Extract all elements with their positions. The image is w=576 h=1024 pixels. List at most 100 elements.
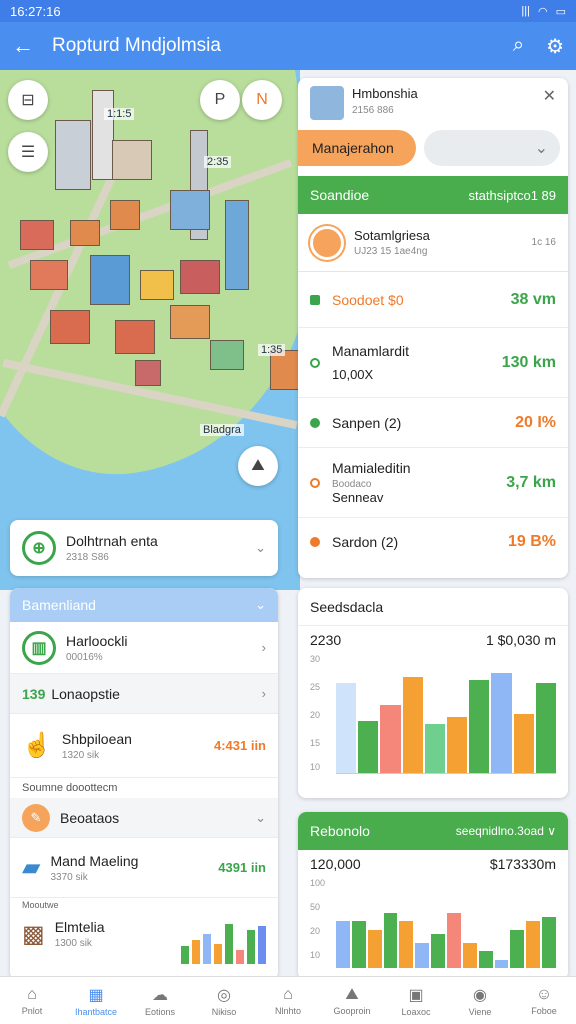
layers-button[interactable]: ⊟: [8, 80, 48, 120]
house: [115, 320, 155, 354]
summary-meta: 1c 16: [531, 237, 556, 248]
stat-row[interactable]: Sardon (2) 19 B%: [298, 518, 568, 566]
chevron-down-icon[interactable]: ⌄: [255, 540, 266, 556]
list-item-title: Lonaopstie: [51, 685, 120, 702]
location-card[interactable]: ⊕ Dolhtrnah enta 2318 S86 ⌄: [10, 520, 278, 576]
nav-item-nikiso[interactable]: ◎ Nikiso: [192, 977, 256, 1024]
stat-row[interactable]: Manamlardit 10,00X 130 km: [298, 328, 568, 398]
nav-item-gooproin[interactable]: ⛰ Gooproin: [320, 977, 384, 1024]
list-icon: ☰: [20, 144, 36, 161]
stat-row[interactable]: Soodoet $0 38 vm: [298, 272, 568, 328]
locate-button[interactable]: ⛰: [238, 446, 278, 486]
nav-item-loaxoc[interactable]: ▣ Loaxoc: [384, 977, 448, 1024]
mini-bar: [247, 930, 255, 964]
nav-icon: ⌂: [27, 985, 37, 1003]
mini-bar: [192, 940, 200, 964]
building: [55, 120, 91, 190]
chevron-right-icon: ›: [261, 640, 266, 655]
stat-label: Mamialeditin: [332, 460, 411, 476]
chart-bar: [447, 912, 461, 968]
chart-bar: [336, 921, 350, 968]
nav-item-viene[interactable]: ◉ Viene: [448, 977, 512, 1024]
location-title: Dolhtrnah enta: [66, 533, 158, 549]
y-tick: 10: [310, 762, 321, 772]
stat-value: 3,7 km: [506, 473, 556, 491]
list-item-prefix: 139: [22, 685, 46, 702]
house: [110, 200, 140, 230]
chart-bar: [358, 720, 379, 774]
mini-bar: [181, 946, 189, 964]
battery-icon: ▭: [555, 5, 566, 18]
list-item[interactable]: ▩ Elmtelia 1300 sik: [10, 912, 278, 964]
chart-bar: [478, 951, 493, 968]
details-header: Hmbonshia 2156 886 ✕: [298, 78, 568, 128]
chart-1-title: Seedsdacla: [298, 588, 568, 626]
settings-icon[interactable]: ⚙: [546, 34, 564, 59]
chevron-right-icon: ›: [261, 686, 266, 701]
nav-label: Loaxoc: [401, 1006, 431, 1017]
management-header[interactable]: Bamenliand ⌄: [10, 588, 278, 622]
stat-label: Soodoet $0: [332, 291, 404, 308]
location-sub: 2318 S86: [66, 552, 109, 563]
list-item-sub: 3370 sik: [50, 871, 88, 883]
mini-bar: [214, 944, 222, 964]
tab-management[interactable]: Manajerahon: [298, 130, 416, 166]
chart-bar: [513, 714, 534, 774]
nav-item-foboe[interactable]: ☺ Foboe: [512, 977, 576, 1024]
building-icon: ▥: [22, 630, 56, 665]
list-item[interactable]: ▰ Mand Maeling 3370 sik 4391 iin: [10, 838, 278, 898]
list-item[interactable]: ☝ Shbpiloean 1320 sik 4:431 iin: [10, 714, 278, 778]
stat-label: Sanpen (2): [332, 414, 402, 431]
chevron-down-icon: ⌄: [255, 809, 266, 825]
details-tabs: Manajerahon ⌄: [298, 130, 568, 166]
y-tick: 100: [310, 878, 326, 888]
chart-2-filter[interactable]: seeqnidlno.3oad ∨: [456, 824, 556, 838]
list-item-sub: 1320 sik: [61, 749, 100, 761]
section-right: stathsiptco1 89: [468, 187, 556, 203]
summary-card[interactable]: Sotamlgriesa UJ23 15 1ae4ng 1c 16: [298, 214, 568, 272]
y-tick: 25: [310, 682, 321, 692]
chart-1-left-value: 2230: [310, 632, 342, 648]
building: [92, 90, 114, 180]
stat-sublabel: Boodaco: [332, 479, 372, 490]
stat-value: 20 I%: [515, 413, 556, 431]
stat-row[interactable]: Mamialeditin Boodaco Senneav 3,7 km: [298, 448, 568, 518]
chart-bar: [424, 723, 446, 774]
close-icon[interactable]: ✕: [543, 86, 556, 106]
list-item[interactable]: ✎ Beoataos ⌄: [10, 798, 278, 838]
nav-icon: ▦: [88, 986, 104, 1004]
chart-bar: [526, 921, 541, 968]
nav-item-pnlot[interactable]: ⌂ Pnlot: [0, 977, 64, 1024]
nav-label: Eotions: [144, 1006, 176, 1017]
tools-icon: ✎: [22, 803, 50, 832]
list-item[interactable]: 139 Lonaopstie ›: [10, 674, 278, 714]
chart-bar: [415, 942, 430, 968]
chart-2-header[interactable]: Rebonolo seeqnidlno.3oad ∨: [298, 812, 568, 850]
stat-dot: [310, 477, 320, 488]
list-item[interactable]: ▥ Harloockli 00016% ›: [10, 622, 278, 674]
map-label: 1:1:5: [104, 108, 135, 120]
map-view[interactable]: 1:1:5 2:35 1:35 Bladgra ⊟ P N ☰ ⛰: [0, 70, 300, 590]
north-button[interactable]: N: [242, 80, 282, 120]
tab-dropdown[interactable]: ⌄: [424, 130, 560, 166]
parking-icon: P: [214, 91, 226, 108]
chart-bar: [399, 921, 414, 968]
search-icon[interactable]: ⌕: [513, 34, 524, 59]
list-button[interactable]: ☰: [8, 132, 48, 172]
nav-item-nlnhto[interactable]: ⌂ Nlnhto: [256, 977, 320, 1024]
chart-bar: [431, 934, 446, 968]
chart-bar: [462, 942, 477, 968]
nav-item-ihantbatce[interactable]: ▦ Ihantbatce: [64, 977, 128, 1024]
details-subtitle: 2156 886: [352, 105, 394, 116]
parking-button[interactable]: P: [200, 80, 240, 120]
stat-row[interactable]: Sanpen (2) 20 I%: [298, 398, 568, 448]
status-bar: 16:27:16 ||| ◠ ▭: [0, 0, 576, 22]
mini-bar: [236, 950, 244, 964]
summary-line: UJ23 15 1ae4ng: [354, 246, 428, 257]
stat-label: Sardon (2): [332, 534, 399, 550]
back-arrow-icon[interactable]: ←: [12, 33, 34, 59]
list-item-title: Harloockli: [66, 632, 128, 649]
house: [50, 310, 90, 344]
management-header-title: Bamenliand: [22, 597, 96, 613]
nav-item-eotions[interactable]: ☁ Eotions: [128, 977, 192, 1024]
